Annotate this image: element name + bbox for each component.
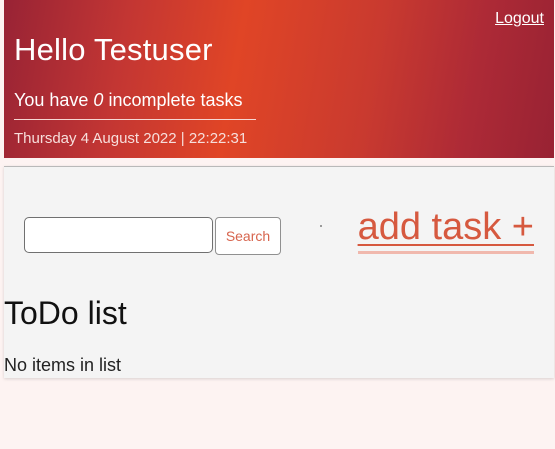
incomplete-prefix: You have	[14, 90, 94, 110]
incomplete-tasks-summary: You have 0 incomplete tasks	[14, 90, 256, 120]
incomplete-suffix: incomplete tasks	[103, 90, 243, 110]
logout-link[interactable]: Logout	[495, 10, 544, 28]
header-banner: Logout Hello Testuser You have 0 incompl…	[4, 0, 554, 158]
add-task-link[interactable]: add task +	[357, 205, 534, 254]
search-input[interactable]	[24, 217, 213, 253]
app-frame: Logout Hello Testuser You have 0 incompl…	[0, 0, 555, 449]
date-time-display: Thursday 4 August 2022 | 22:22:31	[14, 130, 248, 147]
todo-panel: Search add task + ToDo list No items in …	[4, 166, 554, 378]
greeting-heading: Hello Testuser	[14, 32, 213, 67]
empty-list-message: No items in list	[4, 355, 122, 375]
stray-dot	[320, 225, 322, 227]
search-button[interactable]: Search	[215, 217, 281, 255]
todo-list-title: ToDo list	[4, 295, 127, 331]
incomplete-count: 0	[93, 90, 104, 110]
